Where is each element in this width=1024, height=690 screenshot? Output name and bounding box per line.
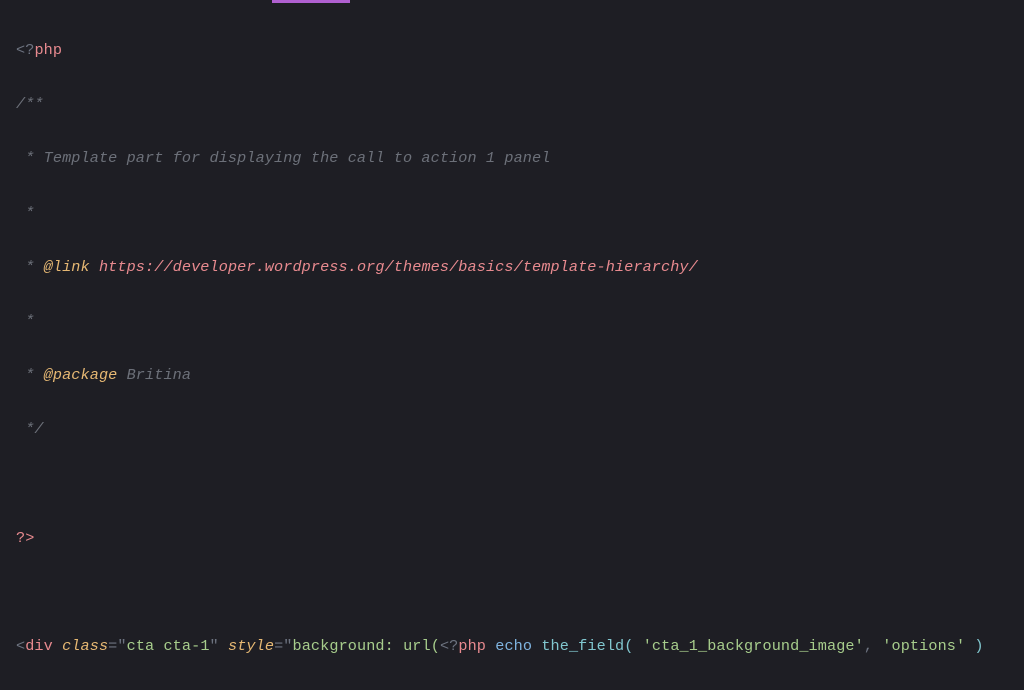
code-line[interactable]: <?php [4, 37, 1024, 64]
code-line[interactable]: * @package Britina [4, 362, 1024, 389]
code-line[interactable]: <div class="cta cta-1" style="background… [4, 633, 1024, 660]
code-line[interactable]: * [4, 308, 1024, 335]
code-line[interactable]: ?> [4, 525, 1024, 552]
code-line[interactable]: * [4, 200, 1024, 227]
code-line[interactable]: * @link https://developer.wordpress.org/… [4, 254, 1024, 281]
active-tab-indicator [272, 0, 350, 3]
code-line[interactable] [4, 579, 1024, 606]
code-line[interactable]: * Template part for displaying the call … [4, 145, 1024, 172]
code-editor[interactable]: <?php /** * Template part for displaying… [0, 0, 1024, 690]
code-line[interactable]: /** [4, 91, 1024, 118]
code-line[interactable] [4, 471, 1024, 498]
code-line[interactable]: */ [4, 416, 1024, 443]
